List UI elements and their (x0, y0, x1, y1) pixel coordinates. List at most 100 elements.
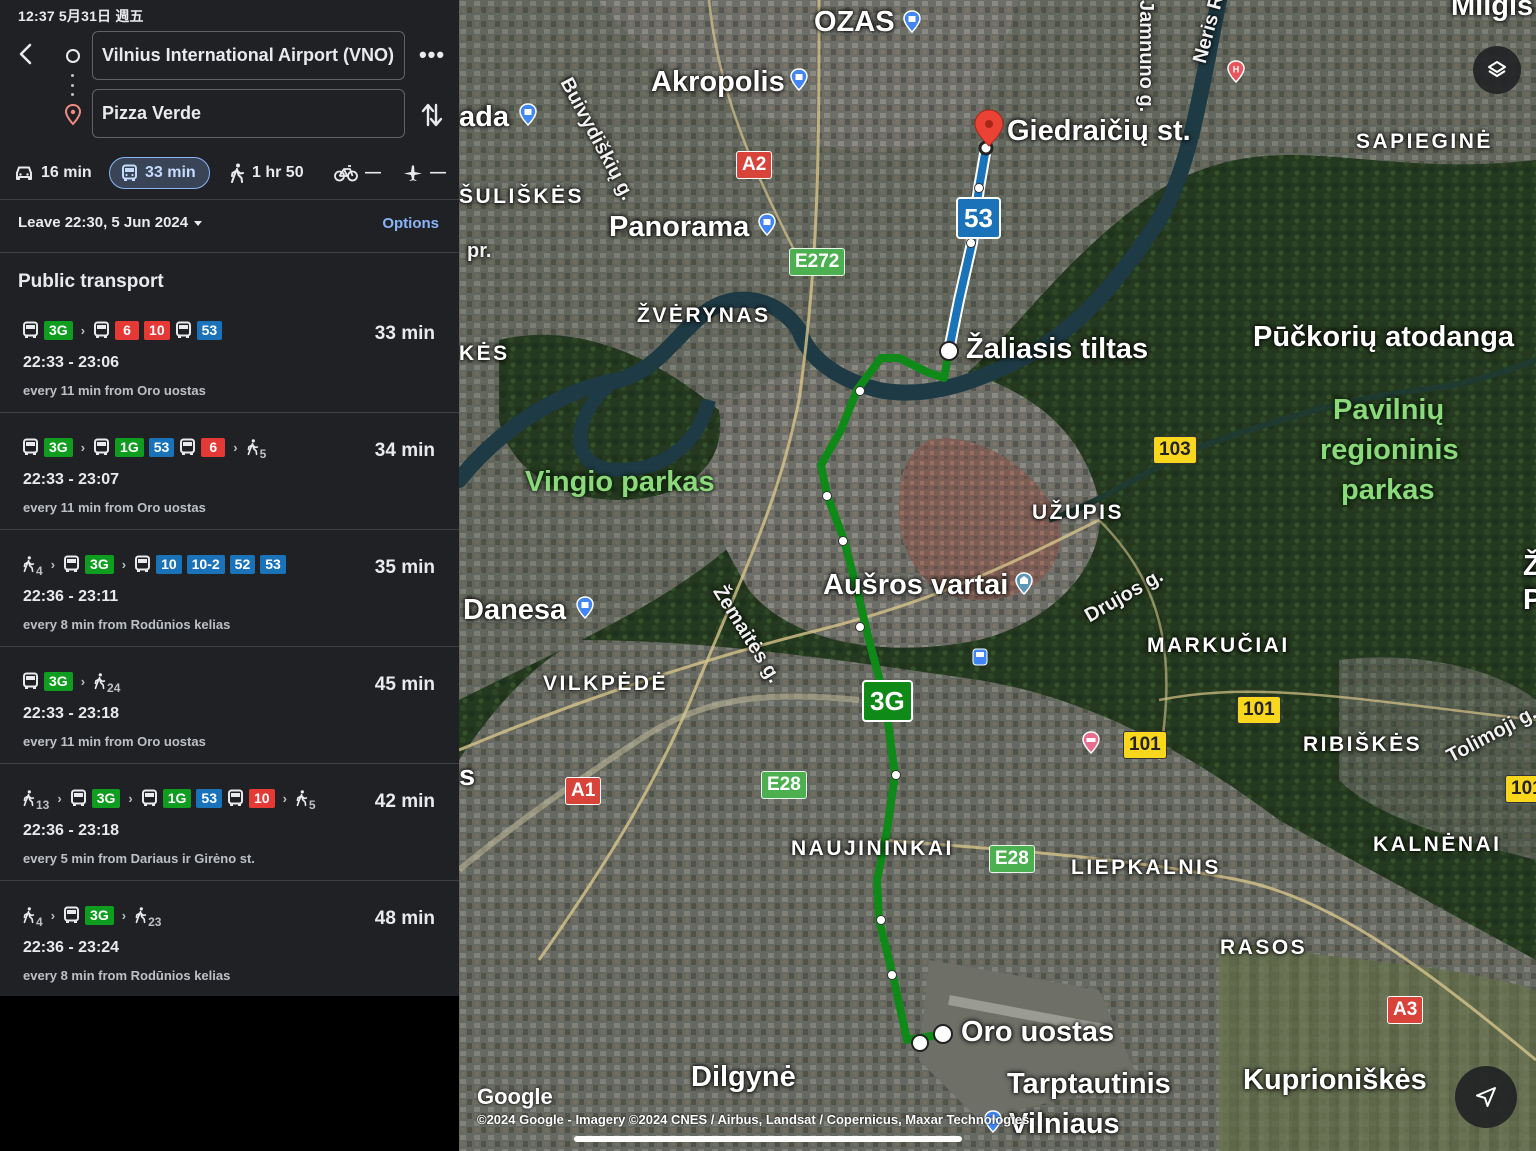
walk-step: 23 (134, 906, 161, 929)
route-duration: 34 min (374, 440, 435, 461)
mode-cycling[interactable]: — (334, 157, 381, 189)
chevron-right-icon: › (80, 322, 86, 338)
bus-icon (141, 789, 157, 806)
line-badge: 10 (144, 320, 170, 340)
hotel-pin-icon[interactable] (1081, 731, 1101, 755)
line-badge: 1G (162, 788, 192, 808)
satellite-map[interactable]: OZAS Akropolis ada Buivydiškių g. ŠULIŠK… (459, 0, 1536, 1151)
bus-icon (64, 555, 80, 572)
flight-icon (404, 165, 422, 181)
route-option-3[interactable]: 4 › 3G › 10 10-2 52 53 35 min 22:36 - 23… (0, 542, 459, 659)
back-button[interactable] (12, 40, 40, 68)
map-label: P (1523, 584, 1536, 616)
map-label: Ž (1523, 550, 1536, 582)
bus-icon (228, 789, 243, 806)
map-label: Pūčkorių atodanga (1253, 321, 1515, 353)
bike-icon (334, 165, 358, 182)
origin-input[interactable]: Vilnius International Airport (VNO) (92, 31, 405, 80)
my-location-button[interactable] (1455, 1066, 1517, 1128)
chevron-right-icon: › (57, 790, 62, 806)
stop-label-destination[interactable]: Giedraičių st. (1007, 115, 1191, 148)
road-shield: 103 (1153, 436, 1197, 464)
route-frequency: every 11 min from Oro uostas (23, 500, 206, 515)
landmark-pin-icon[interactable] (1014, 572, 1034, 596)
map-label: RIBIŠKĖS (1303, 733, 1423, 756)
chevron-right-icon: › (282, 790, 287, 806)
map-label: VILKPĖDĖ (543, 672, 669, 695)
options-button[interactable]: Options (382, 215, 439, 232)
mode-cycling-label: — (365, 164, 381, 181)
walk-minutes: 23 (148, 915, 162, 929)
route-times: 22:33 - 23:06 (23, 354, 120, 371)
route-option-2[interactable]: 3G › 1G 53 6 › 5 34 min 22:33 - 23:07 ev… (0, 425, 459, 542)
road-shield: 101 (1237, 696, 1281, 724)
map-label: Jamnuno g. (1135, 0, 1157, 113)
walk-minutes: 24 (107, 681, 121, 695)
walk-icon (94, 673, 106, 690)
mode-transit[interactable]: 33 min (109, 157, 210, 189)
section-title: Public transport (18, 271, 164, 292)
route-times: 22:36 - 23:24 (23, 939, 120, 956)
divider (0, 252, 459, 253)
map-label: LIEPKALNIS (1071, 856, 1221, 879)
bus-icon (23, 321, 38, 338)
mode-flight[interactable]: — (403, 157, 446, 189)
walk-icon (23, 907, 35, 924)
mode-driving[interactable]: 16 min (14, 157, 92, 189)
shopping-pin-icon[interactable] (902, 10, 922, 34)
line-badge: 53 (196, 320, 223, 340)
hospital-pin-icon[interactable]: H (1226, 60, 1246, 84)
origin-circle-icon (66, 49, 80, 63)
divider (0, 763, 459, 764)
train-station-icon[interactable] (972, 648, 988, 666)
shopping-pin-icon[interactable] (518, 103, 538, 127)
destination-input[interactable]: Pizza Verde (92, 89, 405, 138)
walk-minutes: 5 (308, 798, 316, 812)
map-label: Vingio parkas (525, 466, 715, 498)
route-steps: 13 › 3G › 1G 53 10 › 5 (22, 784, 316, 812)
map-attribution: ©2024 Google - Imagery ©2024 CNES / Airb… (477, 1112, 1030, 1127)
stop-label-origin[interactable]: Oro uostas (961, 1016, 1114, 1049)
more-options-button[interactable]: ••• (418, 42, 446, 70)
line-badge: 53 (260, 554, 286, 574)
road-shield: A1 (565, 777, 602, 805)
walk-step: 13 (22, 789, 49, 812)
route-steps: 4 › 3G › 23 (22, 901, 161, 929)
swap-button[interactable] (418, 100, 446, 130)
map-label: SAPIEGINĖ (1356, 130, 1493, 153)
shopping-pin-icon[interactable] (757, 213, 777, 237)
walk-step: 4 (22, 555, 43, 578)
route-option-4[interactable]: 3G › 24 45 min 22:33 - 23:18 every 11 mi… (0, 659, 459, 776)
line-badge: 52 (229, 554, 256, 574)
line-badge: 10 (156, 554, 182, 574)
map-label: ŠULIŠKĖS (459, 185, 585, 208)
mode-transit-label: 33 min (145, 164, 196, 181)
walk-step: 5 (295, 789, 316, 812)
bus-icon (135, 555, 151, 572)
stop-label-transfer[interactable]: Žaliasis tiltas (966, 333, 1148, 366)
shopping-pin-icon[interactable] (789, 68, 809, 92)
walk-step: 24 (93, 672, 120, 695)
bus-icon (70, 789, 86, 806)
route-line-label-3g[interactable]: 3G (862, 680, 913, 722)
walk-icon (247, 439, 258, 456)
line-badge: 3G (44, 320, 73, 340)
leave-time-selector[interactable]: Leave 22:30, 5 Jun 2024 (18, 214, 203, 231)
mode-walking[interactable]: 1 hr 50 (229, 157, 304, 189)
route-option-5[interactable]: 13 › 3G › 1G 53 10 › 5 42 min 22:36 - 23… (0, 776, 459, 893)
mode-flight-label: — (430, 164, 446, 181)
route-frequency: every 8 min from Rodūnios kelias (23, 617, 231, 632)
route-option-1[interactable]: 3G › 6 10 53 33 min 22:33 - 23:06 every … (0, 308, 459, 425)
home-indicator[interactable] (574, 1136, 962, 1142)
route-frequency: every 8 min from Rodūnios kelias (23, 968, 231, 983)
shopping-pin-icon[interactable] (575, 596, 595, 620)
route-steps: 3G › 1G 53 6 › 5 (22, 433, 266, 461)
mode-walking-label: 1 hr 50 (252, 164, 304, 181)
route-duration: 33 min (374, 323, 435, 344)
map-label: ada (459, 101, 509, 133)
route-duration: 42 min (374, 791, 435, 812)
route-line-label-53[interactable]: 53 (956, 197, 1001, 239)
chevron-right-icon: › (50, 907, 56, 923)
layers-button[interactable] (1473, 46, 1521, 94)
route-option-6[interactable]: 4 › 3G › 23 48 min 22:36 - 23:24 every 8… (0, 893, 459, 1010)
